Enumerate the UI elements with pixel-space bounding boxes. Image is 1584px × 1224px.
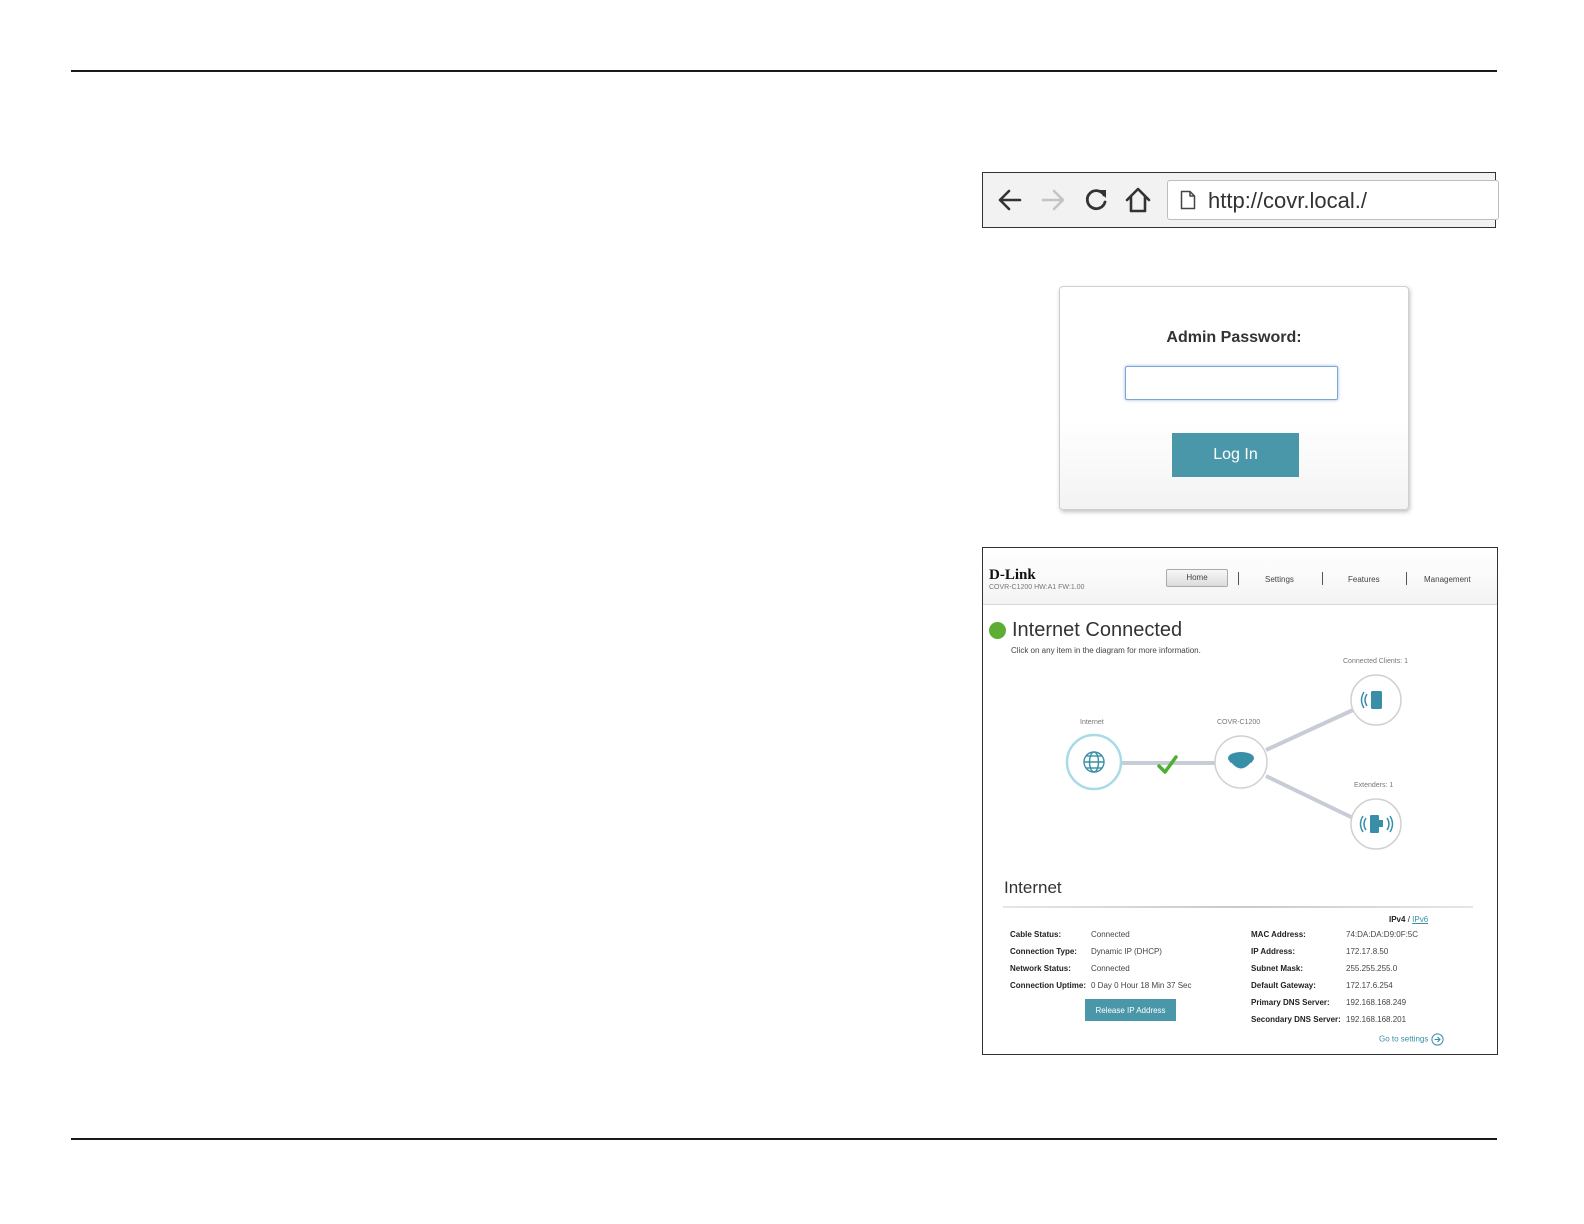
- ip-version-tabs: IPv4 / IPv6: [1389, 915, 1428, 924]
- primary-dns-label: Primary DNS Server:: [1251, 998, 1330, 1007]
- ip-address-value: 172.17.8.50: [1346, 947, 1389, 956]
- back-button[interactable]: [995, 185, 1025, 215]
- connected-clients-node[interactable]: [1350, 674, 1402, 726]
- address-bar[interactable]: http://covr.local./: [1167, 180, 1499, 220]
- extenders-node[interactable]: [1350, 798, 1402, 850]
- default-gateway-label: Default Gateway:: [1251, 981, 1316, 990]
- mac-address-label: MAC Address:: [1251, 930, 1306, 939]
- admin-password-label: Admin Password:: [1166, 329, 1302, 346]
- home-button[interactable]: [1123, 185, 1153, 215]
- secondary-dns-label: Secondary DNS Server:: [1251, 1015, 1341, 1024]
- connection-uptime-value: 0 Day 0 Hour 18 Min 37 Sec: [1091, 981, 1192, 990]
- network-status-label: Network Status:: [1010, 964, 1071, 973]
- go-to-settings-label: Go to settings: [1379, 1034, 1429, 1044]
- top-rule: [71, 70, 1497, 72]
- tab-ipv6[interactable]: IPv6: [1412, 915, 1428, 924]
- forward-button[interactable]: [1038, 185, 1068, 215]
- arrow-circle-right-icon: [1430, 1033, 1444, 1046]
- go-to-settings-link[interactable]: Go to settings: [1379, 1033, 1444, 1046]
- router-node[interactable]: [1214, 735, 1268, 789]
- network-diagram: [1065, 674, 1402, 850]
- network-status-value: Connected: [1091, 964, 1130, 973]
- subnet-mask-label: Subnet Mask:: [1251, 964, 1304, 973]
- release-ip-button[interactable]: Release IP Address: [1085, 999, 1176, 1021]
- admin-password-input[interactable]: [1125, 366, 1338, 400]
- secondary-dns-value: 192.168.168.201: [1346, 1015, 1407, 1024]
- arrow-right-icon: [1041, 189, 1065, 211]
- tab-ipv4[interactable]: IPv4: [1389, 915, 1405, 924]
- tab-separator: /: [1407, 915, 1410, 924]
- home-icon: [1125, 187, 1151, 213]
- internet-section-title: Internet: [1004, 878, 1062, 897]
- primary-dns-value: 192.168.168.249: [1346, 998, 1407, 1007]
- bottom-rule: [71, 1138, 1497, 1140]
- connection-type-label: Connection Type:: [1010, 947, 1077, 956]
- connection-type-value: Dynamic IP (DHCP): [1091, 947, 1162, 956]
- router-dashboard: D-Link COVR-C1200 HW:A1 FW:1.00 Home Set…: [982, 547, 1498, 1055]
- internet-node[interactable]: [1065, 733, 1123, 791]
- section-divider: [1003, 906, 1473, 908]
- router-extender-link: [1265, 774, 1354, 820]
- login-panel: Admin Password: Log In: [1059, 286, 1409, 510]
- arrow-left-icon: [998, 189, 1022, 211]
- page-icon: [1180, 190, 1196, 210]
- router-clients-link: [1265, 708, 1354, 752]
- cable-status-value: Connected: [1091, 930, 1130, 939]
- cable-status-label: Cable Status:: [1010, 930, 1062, 939]
- connection-uptime-label: Connection Uptime:: [1010, 981, 1086, 990]
- url-text: http://covr.local./: [1208, 188, 1367, 213]
- browser-toolbar: http://covr.local./: [982, 172, 1499, 228]
- mac-address-value: 74:DA:DA:D9:0F:5C: [1346, 930, 1419, 939]
- ip-address-label: IP Address:: [1251, 947, 1296, 956]
- default-gateway-value: 172.17.6.254: [1346, 981, 1393, 990]
- log-in-button[interactable]: Log In: [1172, 433, 1299, 477]
- subnet-mask-value: 255.255.255.0: [1346, 964, 1398, 973]
- reload-button[interactable]: [1081, 185, 1111, 215]
- reload-icon: [1085, 189, 1107, 211]
